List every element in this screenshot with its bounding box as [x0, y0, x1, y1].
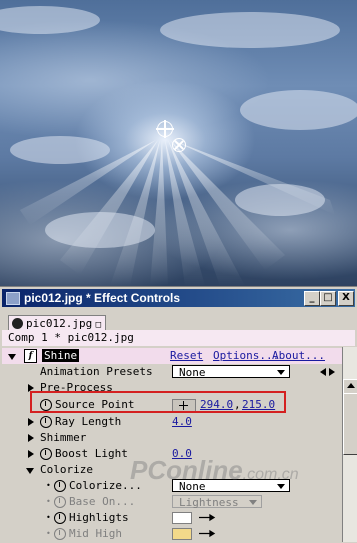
highlights-color-swatch[interactable]: [172, 512, 192, 524]
layer-icon: [12, 318, 23, 329]
source-point-highlight-box: [30, 391, 286, 413]
scroll-up-button[interactable]: [343, 379, 357, 394]
window-title-bar[interactable]: pic012.jpg * Effect Controls _ □ X: [2, 289, 355, 307]
stopwatch-icon: [54, 496, 66, 508]
stopwatch-icon[interactable]: [54, 512, 66, 524]
effect-controls-panel: pic012.jpg * Effect Controls _ □ X pic01…: [0, 286, 357, 543]
base-on-value: Lightness: [179, 496, 239, 509]
stopwatch-icon[interactable]: [54, 528, 66, 540]
preset-prev-icon[interactable]: [320, 368, 326, 376]
animation-presets-dropdown[interactable]: None: [172, 365, 290, 379]
window-title: pic012.jpg * Effect Controls: [24, 291, 181, 305]
tab-pic012[interactable]: pic012.jpg □: [8, 315, 106, 331]
row-base-on: • Base On... Lightness: [2, 494, 342, 510]
eyedropper-icon[interactable]: [198, 513, 216, 522]
ray-length-value[interactable]: 4.0: [172, 414, 192, 430]
row-shimmer[interactable]: Shimmer: [2, 430, 342, 446]
stopwatch-icon[interactable]: [40, 448, 52, 460]
expand-triangle-icon[interactable]: [28, 450, 34, 458]
highlights-label: Highligts: [69, 511, 129, 524]
mid-high-label: Mid High: [69, 527, 122, 540]
source-point-crosshair-icon[interactable]: [156, 120, 174, 138]
base-on-label: Base On...: [69, 495, 136, 508]
about-link[interactable]: About...: [272, 348, 325, 364]
collapse-triangle-icon[interactable]: [8, 354, 16, 360]
watermark-suffix: .com.cn: [242, 466, 299, 483]
scroll-thumb[interactable]: [343, 393, 357, 455]
stopwatch-icon[interactable]: [40, 416, 52, 428]
row-ray-length: Ray Length 4.0: [2, 414, 342, 430]
comp-path: Comp 1 * pic012.jpg: [8, 331, 134, 344]
row-mid-high: • Mid High: [2, 526, 342, 542]
reset-link[interactable]: Reset: [170, 348, 203, 364]
effect-name: Shine: [42, 349, 80, 362]
window-app-icon: [6, 292, 20, 305]
minimize-button[interactable]: _: [304, 291, 320, 306]
stopwatch-icon[interactable]: [54, 480, 66, 492]
collapse-triangle-icon[interactable]: [26, 468, 34, 474]
vertical-scrollbar[interactable]: [342, 347, 357, 542]
options-link[interactable]: Options...: [213, 348, 279, 364]
breadcrumb: Comp 1 * pic012.jpg: [2, 330, 355, 346]
fx-icon[interactable]: f: [24, 349, 37, 363]
effect-properties-list: f Shine Reset Options... About... Animat…: [2, 348, 342, 543]
base-on-dropdown: Lightness: [172, 495, 262, 509]
boost-light-label: Boost Light: [55, 447, 128, 460]
preset-next-icon[interactable]: [329, 368, 335, 376]
row-highlights: • Highligts: [2, 510, 342, 526]
colorize-label: Colorize: [40, 463, 93, 476]
expand-triangle-icon[interactable]: [28, 434, 34, 442]
animation-presets-label: Animation Presets: [40, 365, 153, 378]
shimmer-label: Shimmer: [40, 431, 87, 444]
watermark: PConline.com.cn: [130, 455, 299, 486]
close-button[interactable]: X: [338, 291, 354, 306]
animation-presets-value: None: [179, 366, 206, 379]
eyedropper-icon[interactable]: [198, 529, 216, 538]
ray-length-label: Ray Length: [55, 415, 122, 428]
chevron-down-icon: [277, 370, 285, 375]
tab-label: pic012.jpg: [26, 317, 93, 330]
watermark-main: PConline: [130, 455, 243, 485]
light-center-circle-x-icon[interactable]: [172, 138, 186, 152]
row-animation-presets: Animation Presets None: [2, 364, 342, 380]
expand-triangle-icon[interactable]: [28, 418, 34, 426]
effect-row-shine[interactable]: f Shine Reset Options... About...: [2, 348, 342, 364]
chevron-down-icon: [249, 500, 257, 505]
composition-preview[interactable]: [0, 0, 357, 286]
mid-high-color-swatch[interactable]: [172, 528, 192, 540]
scroll-up-icon: [347, 383, 355, 388]
tab-bar: pic012.jpg □: [2, 309, 355, 331]
maximize-button[interactable]: □: [320, 291, 336, 306]
